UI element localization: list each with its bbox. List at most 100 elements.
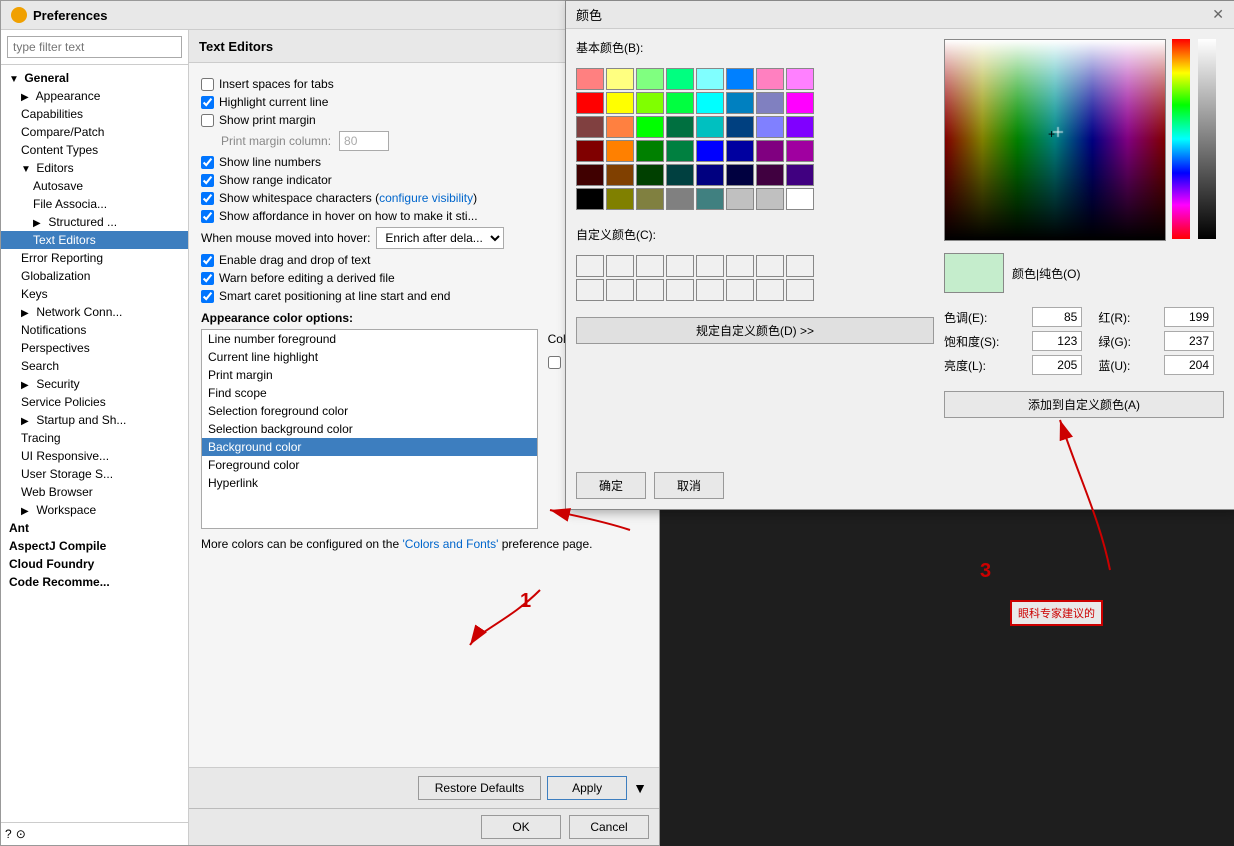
hover-select[interactable]: Enrich after dela... (376, 227, 504, 249)
basic-color-cell[interactable] (696, 164, 724, 186)
color-item-selection-bg[interactable]: Selection background color (202, 420, 537, 438)
basic-color-cell[interactable] (786, 140, 814, 162)
basic-color-cell[interactable] (606, 92, 634, 114)
enable-drag-drop-checkbox[interactable] (201, 254, 214, 267)
show-line-numbers-checkbox[interactable] (201, 156, 214, 169)
basic-color-cell[interactable] (786, 188, 814, 210)
expander-workspace[interactable]: ▶ (21, 506, 33, 517)
basic-color-cell[interactable] (726, 140, 754, 162)
expander-security[interactable]: ▶ (21, 380, 33, 391)
sidebar-item-editors[interactable]: ▼ Editors (1, 159, 188, 177)
sidebar-item-aspectj[interactable]: AspectJ Compile (1, 537, 188, 555)
basic-color-cell[interactable] (786, 68, 814, 90)
sidebar-item-text-editors[interactable]: Text Editors (1, 231, 188, 249)
color-item-background[interactable]: Background color (202, 438, 537, 456)
color-item-hyperlink[interactable]: Hyperlink (202, 474, 537, 492)
basic-color-cell[interactable] (576, 140, 604, 162)
basic-color-cell[interactable] (756, 140, 784, 162)
custom-color-cell[interactable] (726, 255, 754, 277)
sidebar-item-appearance[interactable]: ▶ Appearance (1, 87, 188, 105)
basic-color-cell[interactable] (606, 140, 634, 162)
basic-color-cell[interactable] (726, 92, 754, 114)
sidebar-item-structured[interactable]: ▶ Structured ... (1, 213, 188, 231)
hue-input[interactable] (1032, 307, 1082, 327)
basic-color-cell[interactable] (576, 68, 604, 90)
basic-color-cell[interactable] (576, 164, 604, 186)
apply-button[interactable]: Apply (547, 776, 627, 800)
blue-input[interactable] (1164, 355, 1214, 375)
basic-color-cell[interactable] (636, 92, 664, 114)
sidebar-item-compare[interactable]: Compare/Patch (1, 123, 188, 141)
restore-defaults-button[interactable]: Restore Defaults (418, 776, 541, 800)
brightness-bar[interactable] (1198, 39, 1216, 239)
custom-color-cell[interactable] (636, 279, 664, 301)
basic-color-cell[interactable] (636, 188, 664, 210)
show-range-indicator-checkbox[interactable] (201, 174, 214, 187)
custom-color-cell[interactable] (786, 279, 814, 301)
custom-color-cell[interactable] (636, 255, 664, 277)
color-item-print-margin[interactable]: Print margin (202, 366, 537, 384)
sidebar-item-search[interactable]: Search (1, 357, 188, 375)
color-confirm-button[interactable]: 确定 (576, 472, 646, 499)
color-item-current-line[interactable]: Current line highlight (202, 348, 537, 366)
basic-color-cell[interactable] (696, 92, 724, 114)
basic-color-cell[interactable] (726, 68, 754, 90)
colors-fonts-link[interactable]: 'Colors and Fonts' (402, 537, 498, 551)
color-list[interactable]: Line number foreground Current line high… (201, 329, 538, 529)
custom-color-cell[interactable] (726, 279, 754, 301)
basic-color-cell[interactable] (756, 164, 784, 186)
basic-color-cell[interactable] (636, 116, 664, 138)
warn-before-editing-checkbox[interactable] (201, 272, 214, 285)
sidebar-item-code-recomm[interactable]: Code Recomme... (1, 573, 188, 591)
basic-color-cell[interactable] (666, 140, 694, 162)
expander-network[interactable]: ▶ (21, 308, 33, 319)
spectrum-canvas[interactable] (944, 39, 1166, 241)
expander-editors[interactable]: ▼ (21, 164, 33, 175)
sidebar-item-tracing[interactable]: Tracing (1, 429, 188, 447)
color-dialog-close[interactable]: ✕ (1212, 6, 1224, 23)
highlight-line-checkbox[interactable] (201, 96, 214, 109)
basic-color-cell[interactable] (636, 164, 664, 186)
basic-color-cell[interactable] (726, 164, 754, 186)
basic-color-cell[interactable] (636, 140, 664, 162)
custom-color-cell[interactable] (696, 279, 724, 301)
expander-general[interactable]: ▼ (9, 74, 21, 85)
sidebar-item-capabilities[interactable]: Capabilities (1, 105, 188, 123)
sidebar-item-web-browser[interactable]: Web Browser (1, 483, 188, 501)
basic-color-cell[interactable] (576, 188, 604, 210)
custom-color-cell[interactable] (756, 255, 784, 277)
sidebar-item-perspectives[interactable]: Perspectives (1, 339, 188, 357)
basic-color-cell[interactable] (606, 116, 634, 138)
expander-structured[interactable]: ▶ (33, 218, 45, 229)
add-to-custom-button[interactable]: 添加到自定义颜色(A) (944, 391, 1224, 418)
basic-color-cell[interactable] (696, 68, 724, 90)
sidebar-item-keys[interactable]: Keys (1, 285, 188, 303)
basic-color-cell[interactable] (666, 116, 694, 138)
expander-appearance[interactable]: ▶ (21, 92, 33, 103)
sidebar-item-globalization[interactable]: Globalization (1, 267, 188, 285)
insert-spaces-checkbox[interactable] (201, 78, 214, 91)
print-margin-column-input[interactable] (339, 131, 389, 151)
hue-bar[interactable] (1172, 39, 1190, 239)
show-print-margin-checkbox[interactable] (201, 114, 214, 127)
custom-color-cell[interactable] (756, 279, 784, 301)
custom-color-cell[interactable] (606, 255, 634, 277)
show-affordance-checkbox[interactable] (201, 210, 214, 223)
basic-color-cell[interactable] (636, 68, 664, 90)
info-icon[interactable]: ⊙ (16, 827, 26, 841)
color-item-foreground[interactable]: Foreground color (202, 456, 537, 474)
custom-color-cell[interactable] (576, 279, 604, 301)
basic-color-cell[interactable] (606, 164, 634, 186)
custom-color-cell[interactable] (696, 255, 724, 277)
custom-color-cell[interactable] (666, 279, 694, 301)
sidebar-item-content-types[interactable]: Content Types (1, 141, 188, 159)
custom-color-cell[interactable] (606, 279, 634, 301)
custom-color-cell[interactable] (576, 255, 604, 277)
color-item-selection-fg[interactable]: Selection foreground color (202, 402, 537, 420)
basic-color-cell[interactable] (696, 140, 724, 162)
basic-color-cell[interactable] (786, 164, 814, 186)
custom-color-cell[interactable] (786, 255, 814, 277)
filter-input[interactable] (7, 36, 182, 58)
sidebar-item-general[interactable]: ▼ General (1, 69, 188, 87)
system-default-checkbox[interactable] (548, 356, 561, 369)
